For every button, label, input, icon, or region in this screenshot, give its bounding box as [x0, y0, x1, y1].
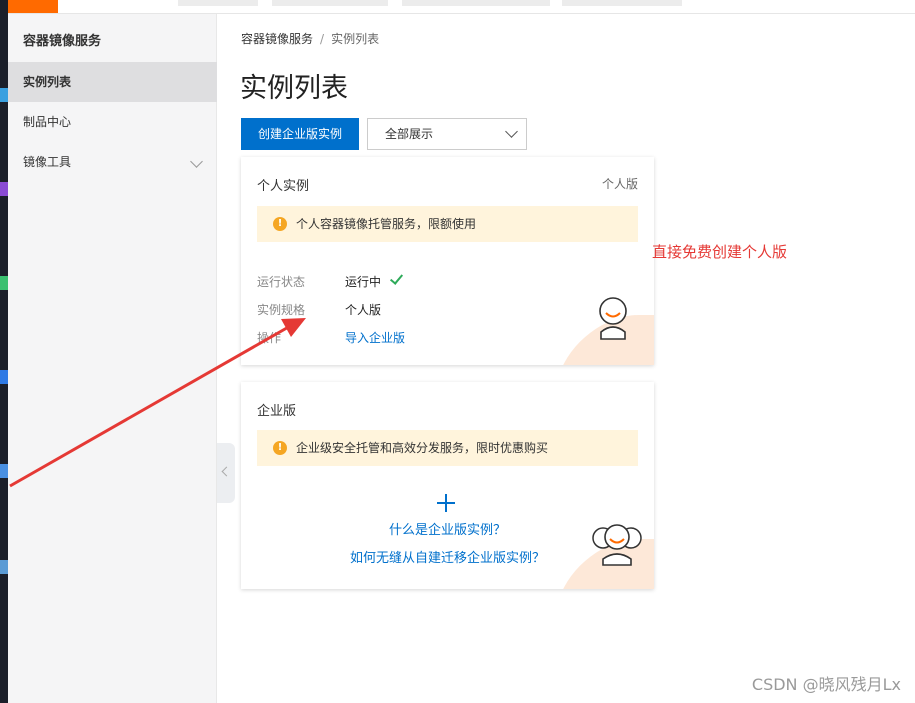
sidebar-item-label: 实例列表	[23, 75, 72, 89]
desktop-edge	[0, 0, 8, 703]
sidebar: 容器镜像服务 实例列表 制品中心 镜像工具	[8, 14, 217, 703]
top-tab[interactable]	[272, 0, 388, 6]
enterprise-card[interactable]: 企业版 ! 企业级安全托管和高效分发服务，限时优惠购买 什么是企业版实例？ 如何…	[241, 382, 654, 589]
desktop-icon	[0, 182, 8, 196]
chevron-down-icon	[505, 125, 518, 138]
top-tab[interactable]	[562, 0, 682, 6]
breadcrumb-root[interactable]: 容器镜像服务	[241, 32, 313, 46]
top-tab[interactable]	[402, 0, 550, 6]
chevron-left-icon	[221, 466, 232, 477]
action-label: 操作	[257, 331, 282, 345]
breadcrumb-current: 实例列表	[331, 32, 380, 46]
sidebar-item-label: 镜像工具	[23, 155, 72, 169]
desktop-icon	[0, 370, 8, 384]
create-enterprise-instance-button[interactable]: 创建企业版实例	[241, 118, 359, 150]
person-avatar-icon	[599, 297, 627, 340]
top-tab[interactable]	[178, 0, 258, 6]
sidebar-item-instances[interactable]: 实例列表	[8, 62, 217, 102]
spec-label: 实例规格	[257, 303, 306, 317]
desktop-icon	[0, 560, 8, 574]
plus-icon[interactable]	[437, 494, 455, 512]
sidebar-title: 容器镜像服务	[23, 34, 102, 49]
breadcrumb-separator: /	[320, 32, 325, 46]
display-filter-select[interactable]: 全部展示	[367, 118, 527, 150]
sidebar-collapse-button[interactable]	[217, 443, 235, 503]
status-value: 运行中	[345, 271, 404, 290]
notice-text: 个人容器镜像托管服务，限额使用	[296, 217, 477, 231]
spec-value: 个人版	[345, 303, 382, 317]
status-label: 运行状态	[257, 275, 306, 289]
card-title: 企业版	[257, 404, 297, 419]
annotation-text: 直接免费创建个人版	[652, 243, 788, 261]
status-text: 运行中	[345, 275, 382, 289]
breadcrumb: 容器镜像服务 / 实例列表	[241, 30, 379, 47]
sidebar-item-artifacts[interactable]: 制品中心	[8, 102, 217, 142]
import-enterprise-link[interactable]: 导入企业版	[345, 329, 405, 346]
group-avatar-icon	[592, 524, 642, 566]
warning-icon: !	[273, 217, 287, 231]
notice-text: 企业级安全托管和高效分发服务，限时优惠购买	[296, 441, 549, 455]
sidebar-item-label: 制品中心	[23, 115, 72, 129]
desktop-icon	[0, 88, 8, 102]
sidebar-item-image-tools[interactable]: 镜像工具	[8, 142, 217, 182]
personal-instance-card[interactable]: 个人实例 个人版 ! 个人容器镜像托管服务，限额使用 运行状态 运行中 实例规格…	[241, 157, 654, 365]
warning-icon: !	[273, 441, 287, 455]
edition-tag: 个人版	[601, 177, 638, 191]
chevron-down-icon	[190, 155, 203, 168]
notice-bar: ! 企业级安全托管和高效分发服务，限时优惠购买	[257, 430, 638, 466]
card-title: 个人实例	[257, 179, 310, 194]
page-title: 实例列表	[240, 73, 348, 104]
watermark: CSDN @晓风残月Lx	[751, 675, 901, 694]
screen: 容器镜像服务 实例列表 制品中心 镜像工具 容器镜像服务 / 实例列表 实例列表 创…	[0, 0, 915, 703]
check-icon	[389, 271, 404, 285]
desktop-icon	[0, 276, 8, 290]
select-value: 全部展示	[385, 127, 434, 141]
desktop-icon	[0, 464, 8, 478]
aliyun-logo[interactable]	[8, 0, 58, 13]
notice-bar: ! 个人容器镜像托管服务，限额使用	[257, 206, 638, 242]
top-navbar	[0, 0, 915, 14]
